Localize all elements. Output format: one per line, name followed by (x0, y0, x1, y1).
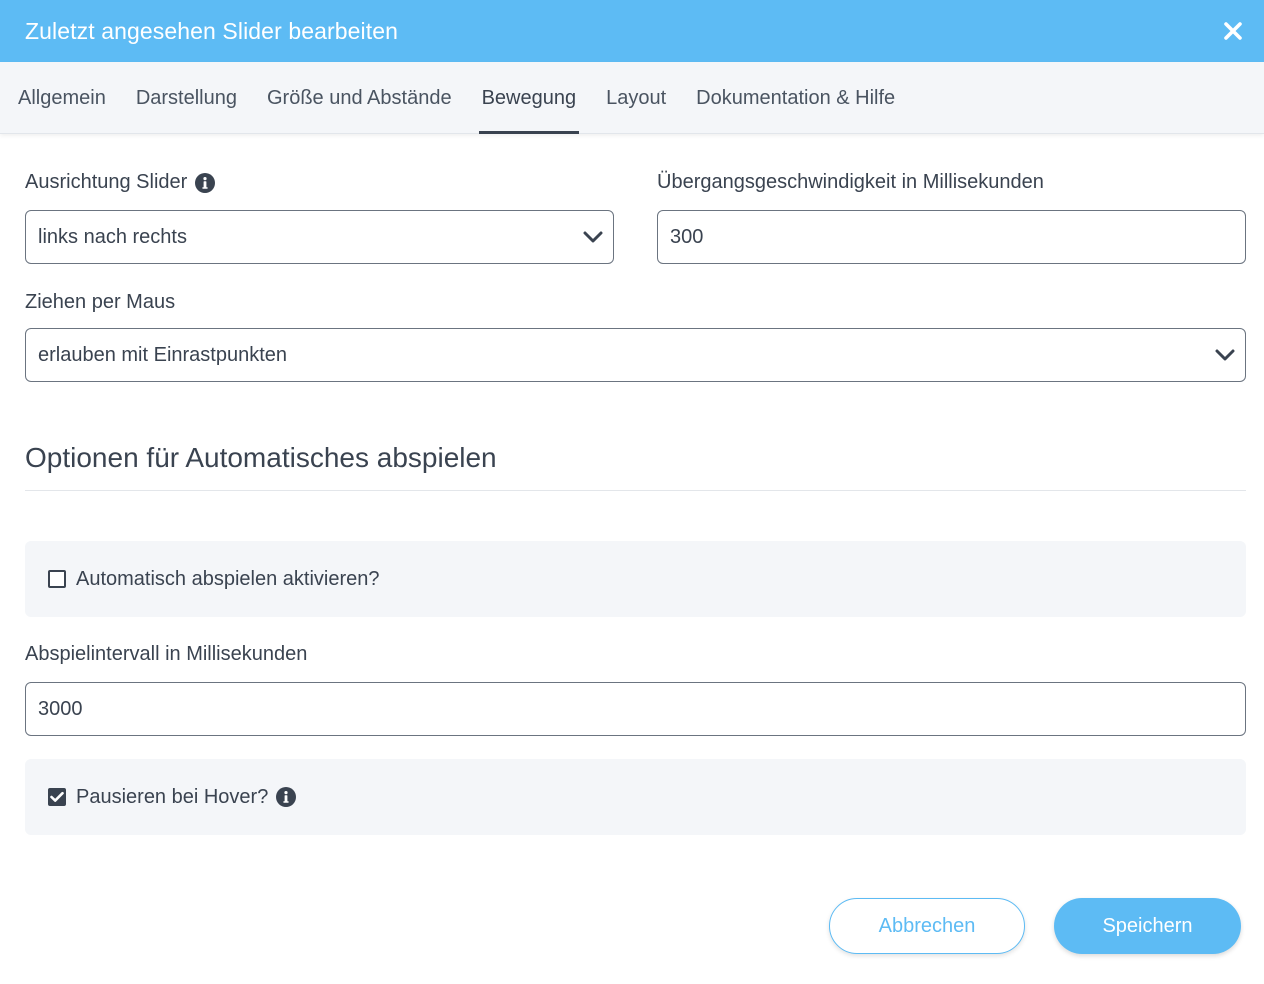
direction-select-value: links nach rechts (38, 225, 187, 248)
interval-input[interactable]: 3000 (25, 682, 1246, 736)
tab-layout[interactable]: Layout (606, 62, 681, 134)
autoplay-section-title: Optionen für Automatisches abspielen (25, 442, 497, 473)
interval-input-value: 3000 (38, 697, 83, 720)
info-icon[interactable] (195, 172, 216, 193)
tab-darstellung[interactable]: Darstellung (136, 62, 252, 134)
drag-select[interactable]: erlauben mit Einrastpunkten (25, 328, 1246, 382)
tab-bewegung[interactable]: Bewegung (478, 62, 592, 134)
dialog-header: Zuletzt angesehen Slider bearbeiten (0, 0, 1264, 62)
save-button[interactable]: Speichern (1054, 898, 1241, 954)
speed-label: Übergangsgeschwindigkeit in Millisekunde… (657, 171, 1044, 193)
drag-label: Ziehen per Maus (25, 291, 176, 313)
close-icon[interactable] (1216, 14, 1250, 48)
chevron-down-icon (1215, 349, 1235, 361)
pause-hover-label[interactable]: Pausieren bei Hover? (76, 786, 268, 809)
autoplay-enable-checkbox[interactable] (48, 570, 66, 588)
pause-hover-panel: Pausieren bei Hover? (25, 759, 1246, 835)
chevron-down-icon (583, 231, 603, 243)
direction-label: Ausrichtung Slider (25, 171, 216, 194)
tab-bar: Allgemein Darstellung Größe und Abstände… (0, 62, 1264, 134)
section-divider (25, 490, 1246, 491)
cancel-button[interactable]: Abbrechen (829, 898, 1025, 954)
pause-hover-checkbox[interactable] (48, 788, 66, 806)
tab-allgemein[interactable]: Allgemein (18, 62, 121, 134)
autoplay-enable-panel: Automatisch abspielen aktivieren? (25, 541, 1246, 617)
drag-select-value: erlauben mit Einrastpunkten (38, 343, 288, 366)
speed-input-value: 300 (670, 225, 704, 248)
speed-input[interactable]: 300 (657, 210, 1246, 264)
tab-dokumentation-hilfe[interactable]: Dokumentation & Hilfe (696, 62, 910, 134)
autoplay-enable-label[interactable]: Automatisch abspielen aktivieren? (76, 568, 380, 591)
direction-select[interactable]: links nach rechts (25, 210, 614, 264)
info-icon[interactable] (276, 787, 297, 807)
direction-label-text: Ausrichtung Slider (25, 171, 188, 193)
checkmark-icon (50, 791, 64, 802)
interval-label: Abspielintervall in Millisekunden (25, 643, 308, 665)
dialog-title: Zuletzt angesehen Slider bearbeiten (25, 17, 399, 44)
tab-groesse-und-abstaende[interactable]: Größe und Abstände (267, 62, 467, 134)
